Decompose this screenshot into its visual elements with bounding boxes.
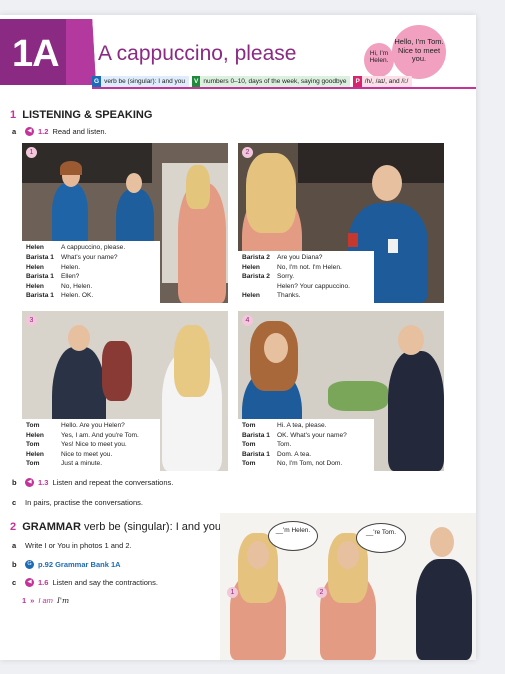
dialogue-box: Helen A cappuccino, please. Barista 1 What… — [22, 241, 160, 303]
exercise-1b: b ◀ 1.3 Listen and repeat the conversati… — [12, 478, 174, 487]
example-contraction: 1 » I am I'm — [22, 596, 70, 605]
audio-icon[interactable]: ◀ — [25, 127, 34, 136]
photo-number: 4 — [242, 315, 253, 326]
grammar-tag: Gverb be (singular): I and you — [92, 76, 189, 87]
textbook-page: 1A A cappuccino, please Hi, I'm Helen. H… — [0, 15, 476, 660]
exercise-1a: a ◀ 1.2 Read and listen. — [12, 127, 107, 136]
grammar-photo: 1 2 — [220, 513, 476, 660]
pronunciation-tag: P/h/, /aɪ/, and /i:/ — [353, 76, 413, 87]
speech-bubble-small: Hi, I'm Helen. — [364, 43, 394, 77]
figure-number: 2 — [316, 587, 327, 598]
exercise-2a: a Write I or You in photos 1 and 2. — [12, 541, 132, 550]
header-rule — [92, 87, 476, 89]
photo-3: 3 Tom Hello. Are you Helen? Helen Yes, I a… — [22, 311, 228, 471]
photo-number: 3 — [26, 315, 37, 326]
speech-bubble-big: Hello, I'm Tom. Nice to meet you. — [392, 25, 446, 79]
dialogue-box: Barista 2 Are you Diana? Helen No, I'm not… — [238, 251, 374, 303]
speech-bubble-helen: __'m Helen. — [268, 521, 318, 551]
dialogue-box: Tom Hi. A tea, please. Barista 1 OK. What'… — [238, 419, 374, 471]
section-heading-grammar: 2 GRAMMAR verb be (singular): I and you — [10, 521, 221, 533]
grammar-bank-link[interactable]: p.92 Grammar Bank 1A — [38, 560, 121, 569]
photo-1: 1 Helen A cappuccino, please. Barista 1 Wh… — [22, 143, 228, 303]
exercise-2b: b G p.92 Grammar Bank 1A — [12, 560, 121, 569]
figure-number: 1 — [227, 587, 238, 598]
page-title: A cappuccino, please — [98, 42, 297, 65]
exercise-1c: c In pairs, practise the conversations. — [12, 498, 143, 507]
audio-icon[interactable]: ◀ — [25, 478, 34, 487]
vocabulary-tag: Vnumbers 0–10, days of the week, saying … — [192, 76, 351, 87]
grammar-bank-icon: G — [25, 560, 34, 569]
photo-4: 4 Tom Hi. A tea, please. Barista 1 OK. Wha… — [238, 311, 444, 471]
exercise-2c: c ◀ 1.6 Listen and say the contractions. — [12, 578, 158, 587]
photo-number: 2 — [242, 147, 253, 158]
photo-2: 2 Barista 2 Are you Diana? Helen No, I'm n… — [238, 143, 444, 303]
speech-bubble-tom: __'re Tom. — [356, 523, 406, 553]
unit-header: 1A A cappuccino, please Hi, I'm Helen. H… — [0, 15, 476, 89]
unit-focus-tags: Gverb be (singular): I and you Vnumbers … — [92, 76, 413, 87]
photo-number: 1 — [26, 147, 37, 158]
audio-icon[interactable]: ◀ — [25, 578, 34, 587]
dialogue-box: Tom Hello. Are you Helen? Helen Yes, I am.… — [22, 419, 160, 471]
unit-number: 1A — [12, 33, 60, 75]
section-heading-listening: 1 LISTENING & SPEAKING — [10, 109, 153, 121]
